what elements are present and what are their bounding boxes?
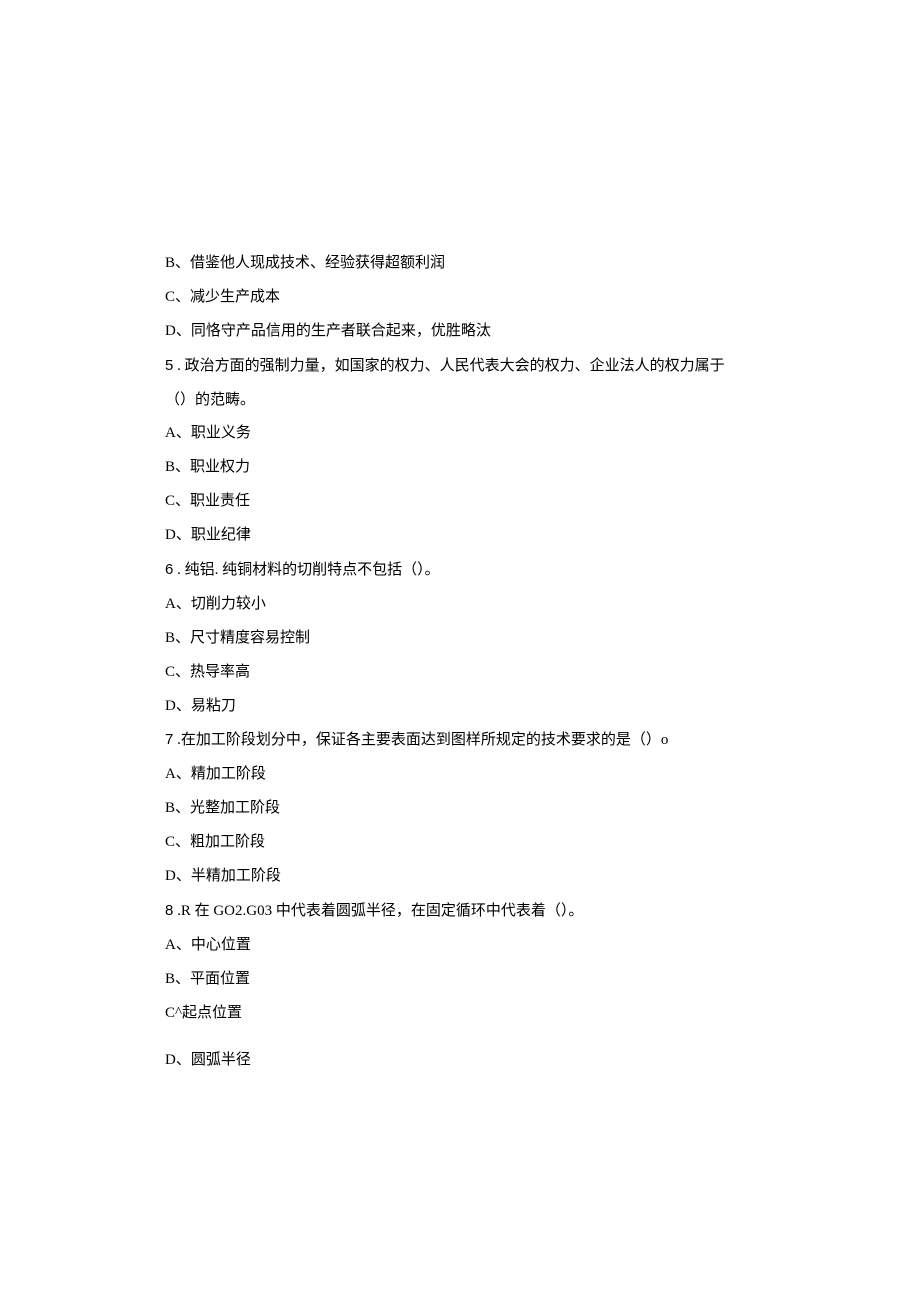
question-text: .在加工阶段划分中，保证各主要表面达到图样所规定的技术要求的是（）o [173,732,668,748]
option-c: C、粗加工阶段 [165,826,780,860]
option-b: B、职业权力 [165,451,780,485]
option-c: C、职业责任 [165,485,780,519]
option-d: D、易粘刀 [165,690,780,724]
question-text: . 政治方面的强制力量，如国家的权力、人民代表大会的权力、企业法人的权力属于 [173,358,724,374]
option-a: A、职业义务 [165,417,780,451]
option-b: B、借鉴他人现成技术、经验获得超额利润 [165,247,780,281]
option-d: D、半精加工阶段 [165,860,780,894]
option-c: C、热导率高 [165,656,780,690]
option-d: D、圆弧半径 [165,1044,780,1078]
question-5-cont: （）的范畴。 [165,384,780,418]
question-6: 6 . 纯铝. 纯铜材料的切削特点不包括（）。 [165,553,780,588]
option-d: D、职业纪律 [165,519,780,553]
option-c: C^起点位置 [165,997,780,1031]
option-a: A、精加工阶段 [165,758,780,792]
question-text: . 纯铝. 纯铜材料的切削特点不包括（）。 [173,562,439,578]
option-b: B、平面位置 [165,963,780,997]
option-c: C、减少生产成本 [165,281,780,315]
option-a: A、中心位置 [165,929,780,963]
question-7: 7 .在加工阶段划分中，保证各主要表面达到图样所规定的技术要求的是（）o [165,723,780,758]
option-b: B、光整加工阶段 [165,792,780,826]
option-a: A、切削力较小 [165,588,780,622]
question-8: 8 .R 在 GO2.G03 中代表着圆弧半径，在固定循环中代表着（）。 [165,894,780,929]
option-d: D、同恪守产品信用的生产者联合起来，优胜略汰 [165,315,780,349]
question-5: 5 . 政治方面的强制力量，如国家的权力、人民代表大会的权力、企业法人的权力属于 [165,349,780,384]
question-text: .R 在 GO2.G03 中代表着圆弧半径，在固定循环中代表着（）。 [173,903,583,919]
option-b: B、尺寸精度容易控制 [165,622,780,656]
